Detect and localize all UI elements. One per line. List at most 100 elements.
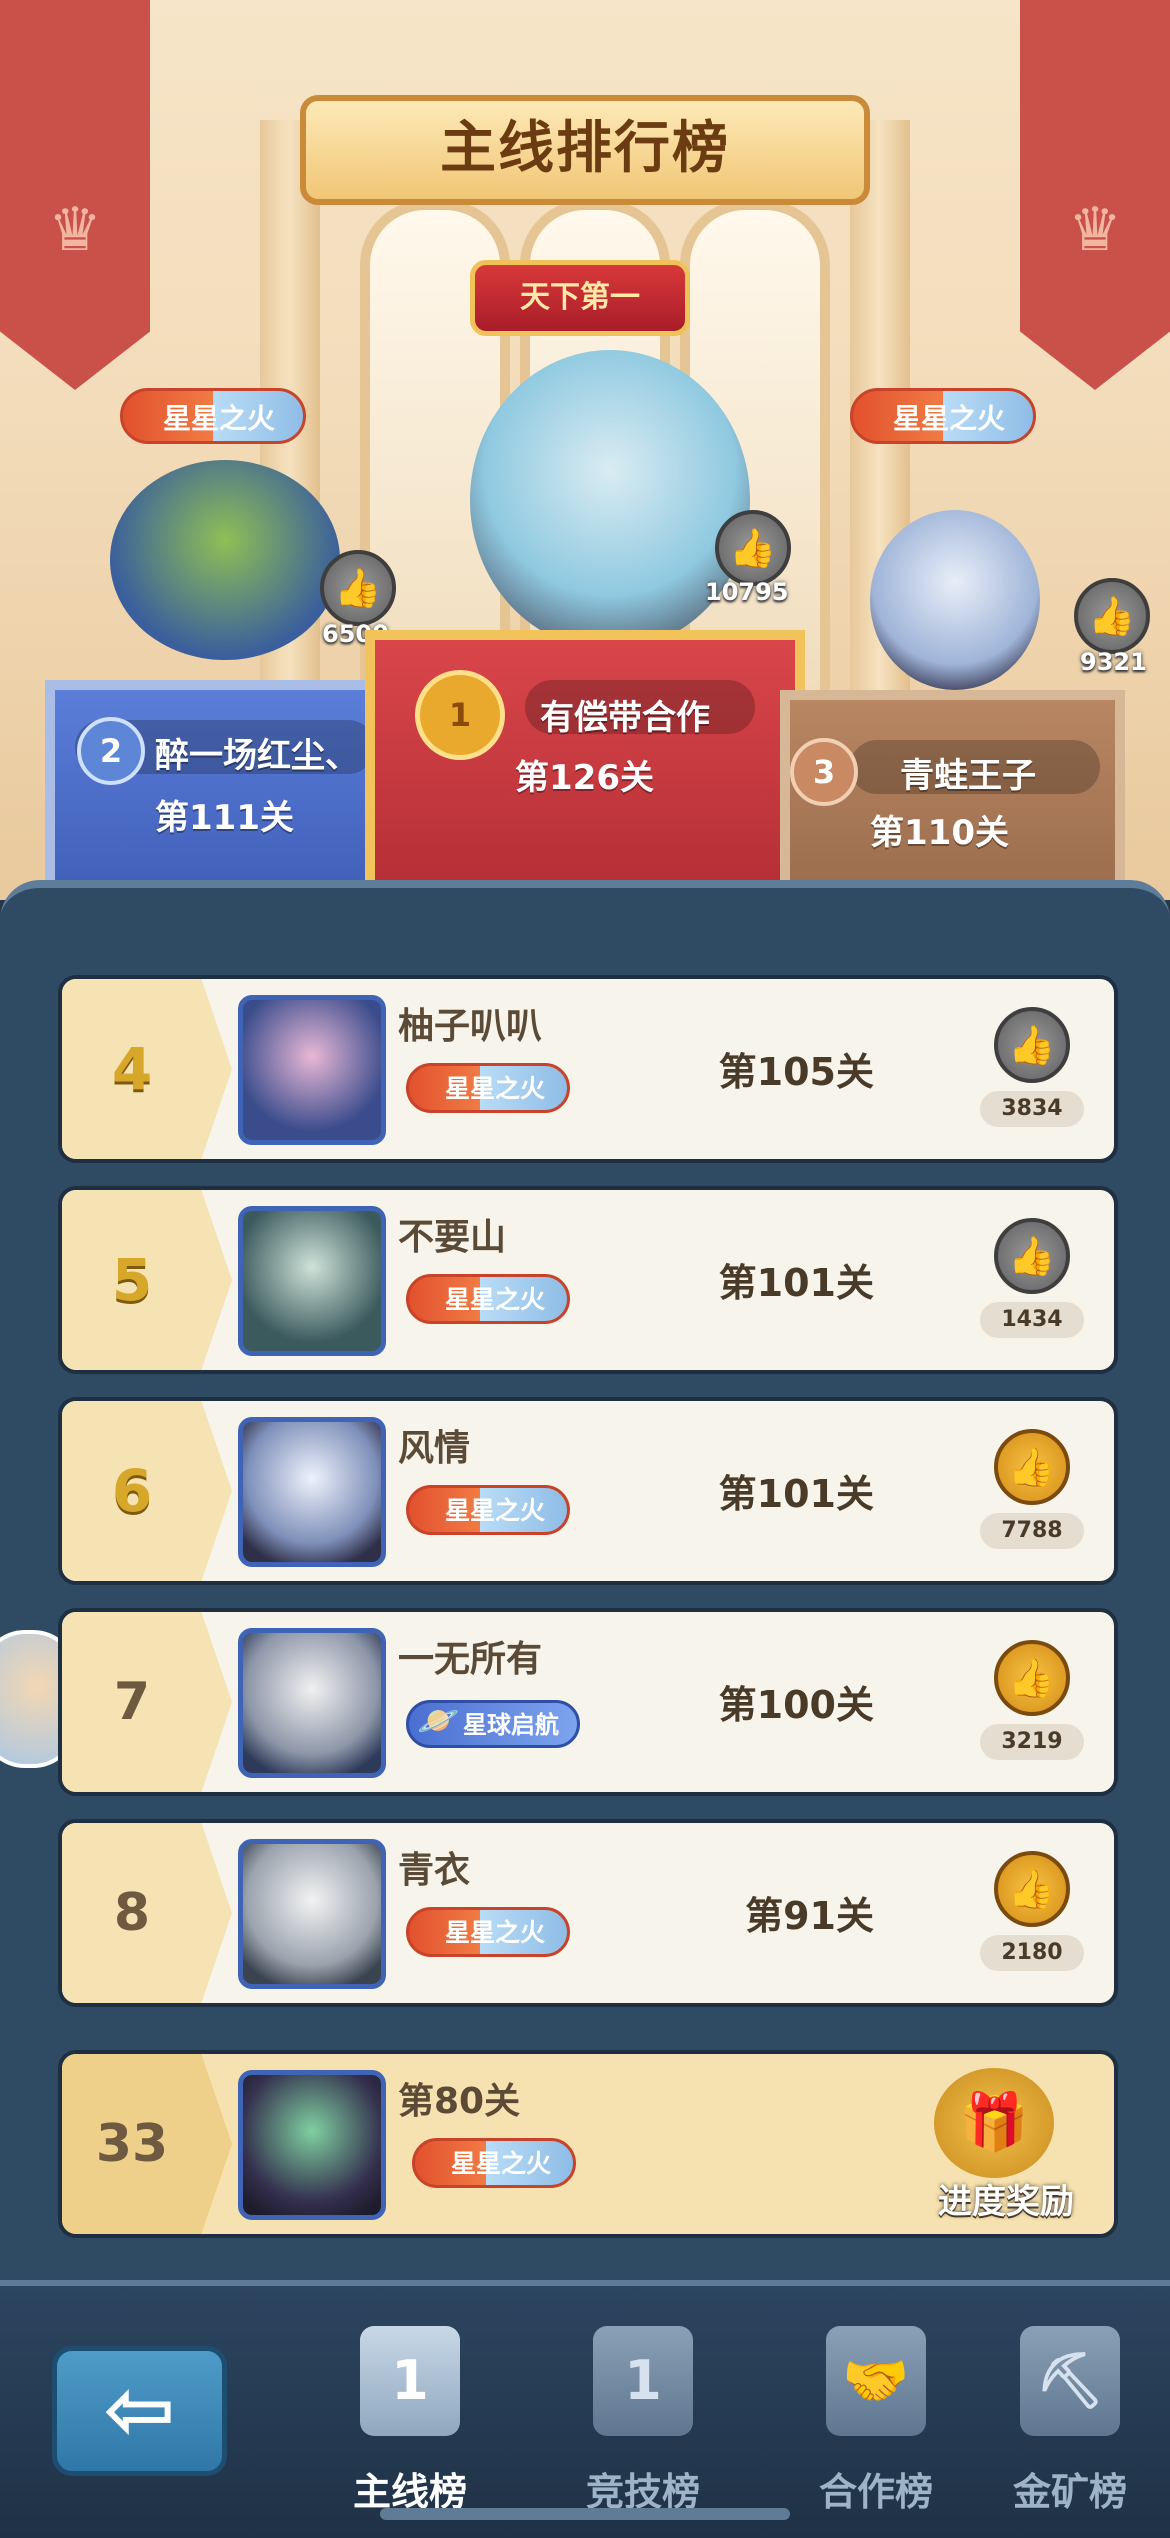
- rank-2-medal: 2: [77, 717, 145, 785]
- rank-cell: 4: [62, 979, 232, 1159]
- rank-cell: 6: [62, 1401, 232, 1581]
- rank3-level: 第110关: [870, 813, 1009, 853]
- progress-reward-label[interactable]: 进度奖励: [938, 2174, 1074, 2223]
- thumbs-up-icon: 👍: [1008, 1656, 1056, 1700]
- home-indicator[interactable]: [380, 2508, 790, 2520]
- rank-number: 4: [111, 1035, 153, 1103]
- rank3-like-count: 9321: [1080, 648, 1147, 676]
- like-button[interactable]: 👍: [994, 1007, 1070, 1083]
- rank-number: 8: [113, 1883, 151, 1943]
- rank-1-medal: 1: [415, 670, 505, 760]
- rank2-hero-avatar[interactable]: [110, 460, 340, 660]
- rank-number: 33: [95, 2114, 169, 2174]
- title-tag-rank3: 星星之火: [850, 388, 1037, 444]
- podium-rank3: 3 青蛙王子 第110关: [780, 690, 1125, 900]
- tab-label: 合作榜: [818, 2470, 933, 2514]
- thumbs-up-icon: 👍: [1008, 1023, 1056, 1067]
- like-button[interactable]: 👍: [994, 1429, 1070, 1505]
- like-count: 3834: [980, 1091, 1084, 1127]
- rank-number: 5: [111, 1246, 153, 1314]
- thumbs-up-icon: 👍: [1088, 594, 1136, 638]
- tab-label: 金矿榜: [1012, 2470, 1127, 2514]
- like-button[interactable]: 👍: [994, 1218, 1070, 1294]
- player-level: 第101关: [718, 1472, 874, 1516]
- thumbs-up-icon: 👍: [729, 526, 777, 570]
- crown-icon: ♛: [1068, 195, 1122, 265]
- tab-gold-mine[interactable]: ⛏ 金矿榜: [970, 2316, 1170, 2516]
- podium-rank1: 1 有偿带合作 第126关: [365, 630, 805, 900]
- rank2-like-button[interactable]: 👍: [320, 550, 396, 626]
- list-item[interactable]: 4 柚子叭叭 星星之火 第105关 👍 3834: [58, 975, 1118, 1163]
- like-count: 3219: [980, 1724, 1084, 1760]
- player-avatar[interactable]: [238, 1628, 386, 1778]
- title-tag: 星星之火: [406, 1063, 571, 1113]
- treasure-chest-icon[interactable]: 🎁: [934, 2068, 1054, 2178]
- rank1-level: 第126关: [515, 758, 654, 798]
- player-avatar[interactable]: [238, 1839, 386, 1989]
- list-item[interactable]: 7 一无所有 星球启航 第100关 👍 3219: [58, 1608, 1118, 1796]
- list-item[interactable]: 5 不要山 星星之火 第101关 👍 1434: [58, 1186, 1118, 1374]
- my-rank-row[interactable]: 33 第80关 星星之火 🎁 进度奖励: [58, 2050, 1118, 2238]
- thumbs-up-icon: 👍: [334, 566, 382, 610]
- like-button[interactable]: 👍: [994, 1851, 1070, 1927]
- rank3-hero-avatar[interactable]: [870, 510, 1040, 690]
- list-item[interactable]: 6 风情 星星之火 第101关 👍 7788: [58, 1397, 1118, 1585]
- title-tag: 星星之火: [406, 1485, 571, 1535]
- title-tag-rank2: 星星之火: [120, 388, 307, 444]
- rank-cell: 5: [62, 1190, 232, 1370]
- player-name: 柚子叭叭: [398, 1006, 543, 1047]
- player-name: 风情: [398, 1428, 471, 1469]
- player-avatar[interactable]: [238, 2070, 386, 2220]
- champion-badge: 天下第一: [470, 260, 690, 336]
- player-name: 青衣: [398, 1850, 471, 1891]
- thumbs-up-icon: 👍: [1008, 1234, 1056, 1278]
- player-avatar[interactable]: [238, 1417, 386, 1567]
- player-level: 第80关: [398, 2081, 521, 2122]
- player-name: 一无所有: [398, 1639, 543, 1680]
- rank2-name: 醉一场红尘、: [155, 736, 359, 776]
- tab-main-line[interactable]: 1 主线榜: [310, 2316, 510, 2516]
- back-button[interactable]: ⇦: [52, 2346, 227, 2476]
- rank-number: 7: [113, 1672, 151, 1732]
- rank1-like-count: 10795: [705, 578, 789, 606]
- title-tag: 星星之火: [406, 1274, 571, 1324]
- rank-number: 6: [111, 1457, 153, 1525]
- bottom-tab-bar: ⇦ 1 主线榜 1 竞技榜 🤝 合作榜 ⛏ 金矿榜: [0, 2280, 1170, 2538]
- back-arrow-icon: ⇦: [103, 2360, 176, 2460]
- rank-cell: 8: [62, 1823, 232, 2003]
- left-banner: ♛: [0, 0, 150, 390]
- trophy-icon: 1: [593, 2326, 693, 2436]
- podium-rank2: 2 醉一场红尘、 第111关: [45, 680, 390, 900]
- like-button[interactable]: 👍: [994, 1640, 1070, 1716]
- rank1-name: 有偿带合作: [540, 698, 710, 738]
- list-item[interactable]: 8 青衣 星星之火 第91关 👍 2180: [58, 1819, 1118, 2007]
- crown-icon: ♛: [48, 195, 102, 265]
- player-level: 第101关: [718, 1261, 874, 1305]
- player-level: 第91关: [745, 1894, 874, 1938]
- player-name: 不要山: [398, 1217, 507, 1258]
- like-count: 2180: [980, 1935, 1084, 1971]
- like-count: 1434: [980, 1302, 1084, 1338]
- right-banner: ♛: [1020, 0, 1170, 390]
- title-tag: 星星之火: [412, 2138, 577, 2188]
- player-level: 第105关: [718, 1050, 874, 1094]
- thumbs-up-icon: 👍: [1008, 1445, 1056, 1489]
- rank-cell: 33: [62, 2054, 232, 2234]
- title-tag: 星球启航: [406, 1699, 580, 1748]
- page-title: 主线排行榜: [300, 95, 870, 205]
- player-avatar[interactable]: [238, 1206, 386, 1356]
- player-level: 第100关: [718, 1683, 874, 1727]
- title-tag: 星星之火: [406, 1907, 571, 1957]
- player-avatar[interactable]: [238, 995, 386, 1145]
- rank3-name: 青蛙王子: [900, 756, 1036, 796]
- rank-cell: 7: [62, 1612, 232, 1792]
- thumbs-up-icon: 👍: [1008, 1867, 1056, 1911]
- rank3-like-button[interactable]: 👍: [1074, 578, 1150, 654]
- tab-arena[interactable]: 1 竞技榜: [543, 2316, 743, 2516]
- rank1-like-button[interactable]: 👍: [715, 510, 791, 586]
- tab-cooperation[interactable]: 🤝 合作榜: [776, 2316, 976, 2516]
- podium-icon: 1: [360, 2326, 460, 2436]
- podium-hall: ♛ ♛ 主线排行榜 天下第一 星星之火 👍 6500 👍 10795 星星之火 …: [0, 0, 1170, 900]
- rank2-level: 第111关: [155, 798, 294, 838]
- mine-cart-icon: ⛏: [1020, 2326, 1120, 2436]
